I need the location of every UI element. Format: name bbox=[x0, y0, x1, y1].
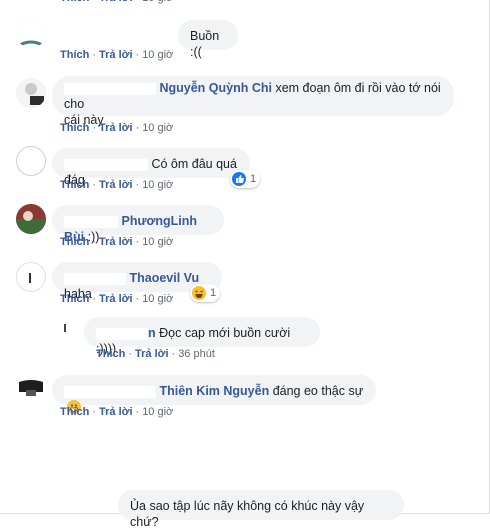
avatar[interactable] bbox=[16, 376, 46, 406]
redacted-name bbox=[64, 385, 156, 398]
avatar[interactable] bbox=[16, 146, 46, 176]
reaction-count: 1 bbox=[210, 287, 217, 299]
like-icon bbox=[232, 172, 246, 186]
comment-time: 10 giờ bbox=[142, 236, 174, 248]
comment-actions: Thích · Trả lời · 10 giờ bbox=[60, 122, 174, 134]
redacted-name bbox=[64, 272, 126, 285]
reply-link[interactable]: Trả lời bbox=[99, 122, 133, 134]
like-link[interactable]: Thích bbox=[60, 406, 89, 418]
like-link[interactable]: Thích bbox=[60, 236, 89, 248]
comment-bubble: Thiên Kim Nguyễn đáng eo thậc sự bbox=[52, 375, 376, 414]
avatar[interactable] bbox=[16, 204, 46, 234]
avatar[interactable] bbox=[16, 78, 46, 108]
comment-time: 36 phút bbox=[178, 348, 215, 360]
comment-actions: Thích · Trả lời · 10 giờ bbox=[60, 293, 174, 305]
comment-time: 10 giờ bbox=[142, 293, 174, 305]
comment-time: 10 giờ bbox=[142, 179, 174, 191]
avatar[interactable] bbox=[56, 318, 76, 338]
commenter-name[interactable]: Nguyễn Quỳnh Chi bbox=[159, 81, 272, 95]
reply-link[interactable]: Trả lời bbox=[99, 0, 133, 4]
like-link[interactable]: Thích bbox=[60, 49, 89, 61]
commenter-name[interactable]: n bbox=[148, 326, 156, 340]
comment-bubble: Buồn :(( bbox=[178, 20, 238, 59]
like-link[interactable]: Thích bbox=[60, 122, 89, 134]
reply-link[interactable]: Trả lời bbox=[99, 179, 133, 191]
comment-text: Buồn :(( bbox=[190, 29, 220, 59]
reaction-summary[interactable]: 1 bbox=[190, 284, 221, 302]
comment-bubble: Có ôm đâu quá đág bbox=[52, 148, 250, 187]
avatar[interactable] bbox=[16, 18, 46, 48]
comment-actions: Thích · Trả lời · 10 giờ bbox=[60, 236, 174, 248]
comment-bubble: Ủa sao tập lúc nãy không có khúc này vậy… bbox=[118, 490, 404, 529]
comment-bubble: Nguyễn Quỳnh Chi xem đoạn ôm đi rồi vào … bbox=[52, 76, 454, 127]
redacted-name bbox=[64, 82, 156, 95]
reply-link[interactable]: Trả lời bbox=[99, 293, 133, 305]
like-link[interactable]: Thích bbox=[60, 179, 89, 191]
commenter-name[interactable]: Thiên Kim Nguyễn bbox=[159, 384, 269, 398]
comment-text: Ủa sao tập lúc nãy không có khúc này vậy… bbox=[130, 499, 365, 529]
comment-actions: Thích · Trả lời · 10 giờ bbox=[60, 179, 174, 191]
comment-actions: Thích · Trả lời · 36 phút bbox=[96, 348, 215, 360]
clipped-actions-row: Thích·Trả lời·10 giờ bbox=[60, 0, 173, 4]
comment-text: đáng eo thậc sự bbox=[272, 384, 364, 398]
haha-icon bbox=[192, 286, 206, 300]
comment-time: 10 giờ bbox=[142, 49, 174, 61]
comment-time: 10 giờ bbox=[142, 406, 174, 418]
comment-bubble: n Đọc cap mới buồn cười :)))) bbox=[84, 317, 320, 356]
comment-thread: Thích·Trả lời·10 giờ Buồn :(( Thích·Trả … bbox=[0, 0, 490, 529]
avatar[interactable] bbox=[16, 262, 46, 292]
reply-link[interactable]: Trả lời bbox=[99, 406, 133, 418]
comment-actions: Thích · Trả lời · 10 giờ bbox=[60, 49, 174, 61]
like-link[interactable]: Thích bbox=[60, 293, 89, 305]
comment-actions: Thích · Trả lời · 10 giờ bbox=[60, 406, 174, 418]
like-link[interactable]: Thích bbox=[60, 0, 89, 4]
redacted-name bbox=[64, 158, 148, 171]
redacted-name bbox=[64, 215, 118, 228]
reaction-summary[interactable]: 1 bbox=[230, 170, 261, 188]
like-link[interactable]: Thích bbox=[96, 348, 125, 360]
reply-link[interactable]: Trả lời bbox=[99, 236, 133, 248]
redacted-name bbox=[96, 327, 148, 340]
comment-time: 10 giờ bbox=[142, 122, 174, 134]
reply-link[interactable]: Trả lời bbox=[135, 348, 169, 360]
commenter-name[interactable]: Thaoevil Vu bbox=[129, 271, 199, 285]
reply-link[interactable]: Trả lời bbox=[99, 49, 133, 61]
reaction-count: 1 bbox=[250, 173, 257, 185]
comment-bubble: PhươngLinh Bùi :)) bbox=[52, 205, 224, 244]
